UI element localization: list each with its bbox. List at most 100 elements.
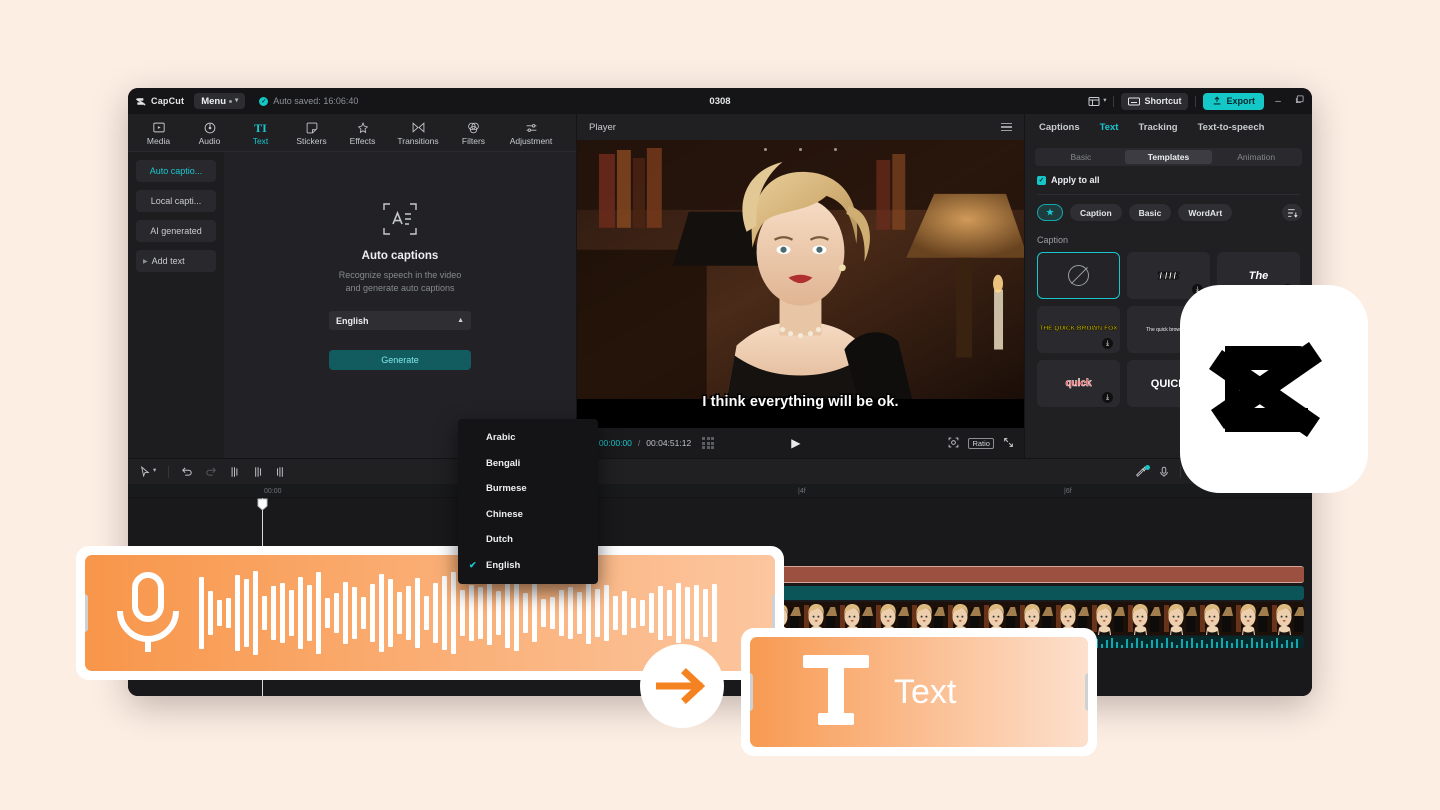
playhead-handle[interactable] [257,498,268,511]
clip-handle-right[interactable] [772,594,775,632]
star-icon: ★ [1046,207,1054,217]
menu-button[interactable]: Menu ▾ [194,93,246,109]
tab-transitions-label: Transitions [397,136,439,146]
language-option-burmese[interactable]: Burmese [458,476,598,502]
download-icon[interactable]: ⤓ [1102,392,1113,403]
divider [168,465,170,478]
left-panel: Media Audio TI Text Stickers Effects Tra… [128,114,576,458]
sidebar-item-auto-captions[interactable]: Auto captio... [136,160,216,182]
transition-arrow [640,644,724,728]
tab-adjustment-label: Adjustment [509,136,553,146]
language-option-bengali[interactable]: Bengali [458,451,598,477]
tab-adjustment[interactable]: Adjustment [500,119,562,146]
template-item[interactable]: THE QUICK BROWN FOX ⤓ [1037,306,1120,353]
auto-captions-panel: Auto captions Recognize speech in the vi… [224,152,576,458]
language-option-label: English [486,559,521,571]
tab-transitions[interactable]: Transitions [389,119,447,146]
ruler-tick: |4f [798,488,806,495]
template-preview-label: THE QUICK BROWN FOX [1039,325,1118,333]
export-button[interactable]: Export [1203,92,1264,110]
segment-basic[interactable]: Basic [1037,150,1125,164]
layout-button[interactable]: ▾ [1088,96,1106,107]
tab-effects[interactable]: Effects [338,119,387,146]
trim-left-icon[interactable] [252,466,263,478]
segment-templates[interactable]: Templates [1124,150,1213,164]
restore-button[interactable] [1292,95,1306,107]
tab-audio[interactable]: Audio [185,119,234,146]
clip-handle-left[interactable] [85,594,88,632]
apply-to-all-row[interactable]: ✓ Apply to all [1025,166,1312,185]
menu-dot-indicator [229,99,233,103]
template-preview-label: The [1248,269,1269,282]
tab-captions[interactable]: Captions [1039,122,1080,133]
sidebar-item-local-captions[interactable]: Local capti... [136,190,216,212]
tab-tracking[interactable]: Tracking [1138,122,1177,133]
templates-section-label: Caption [1037,235,1069,245]
chip-caption[interactable]: Caption [1070,204,1122,221]
badge-dot [1145,464,1150,470]
audio-icon [204,121,216,134]
autosave-status: ✓ Auto saved: 16:06:40 [259,96,358,106]
template-item[interactable]: quick ⤓ [1037,360,1120,407]
language-option-label: Arabic [486,432,516,444]
tab-media[interactable]: Media [134,119,183,146]
tab-text[interactable]: Text [1100,122,1119,133]
language-select-value: English [336,315,369,326]
sidebar-item-label: AI generated [150,226,202,236]
tab-text-to-speech[interactable]: Text-to-speech [1198,122,1265,133]
sidebar-item-ai-generated[interactable]: AI generated [136,220,216,242]
style-segmented-control: Basic Templates Animation [1035,148,1302,166]
auto-captions-description: Recognize speech in the video and genera… [339,269,462,295]
tab-text[interactable]: TI Text [236,119,285,147]
clip-handle-left[interactable] [750,673,753,711]
microphone-icon[interactable] [1159,466,1169,478]
play-icon[interactable]: ▶ [791,436,800,450]
template-item-none[interactable] [1037,252,1120,299]
language-option-arabic[interactable]: Arabic [458,425,598,451]
chip-basic[interactable]: Basic [1128,204,1172,221]
effects-icon [357,121,369,134]
language-dropdown-menu[interactable]: Arabic Bengali Burmese Chinese Dutch ✔ E… [458,419,598,584]
chip-favorites[interactable]: ★ [1037,204,1063,221]
generate-captions-button[interactable]: Generate [329,350,471,371]
trim-right-icon[interactable] [275,466,286,478]
text-icon: TI [254,120,267,135]
player-controls: 00:00:00:00 / 00:04:51:12 ▶ Ratio [577,428,1024,458]
redo-icon[interactable] [205,466,217,477]
checkbox-checked-icon: ✓ [1037,175,1046,185]
template-preview-label: quick [1065,378,1092,390]
app-brand-label: CapCut [151,96,185,106]
text-clip-card[interactable]: Text [741,628,1097,756]
player-menu-icon[interactable] [1001,122,1012,132]
magic-wand-icon[interactable] [1136,464,1150,478]
filter-icon[interactable] [1282,204,1302,221]
minimize-button[interactable]: – [1271,96,1285,107]
split-icon[interactable] [229,466,240,478]
language-option-label: Burmese [486,483,527,495]
sidebar-item-add-text[interactable]: ▶ Add text [136,250,216,272]
tab-filters[interactable]: Filters [449,119,498,146]
timeline-ruler[interactable]: 00:00 |2f |4f |6f [128,484,1312,498]
media-icon [152,121,165,134]
menu-button-label: Menu [201,95,227,107]
video-stage[interactable]: I think everything will be ok. [577,140,1024,428]
clip-handle-right[interactable] [1085,673,1088,711]
select-arrow-icon[interactable]: ▾ [140,466,156,477]
chip-wordart[interactable]: WordArt [1178,204,1233,221]
language-option-chinese[interactable]: Chinese [458,502,598,528]
frames-grid-icon[interactable] [702,437,715,449]
shortcut-button[interactable]: Shortcut [1121,92,1189,110]
segment-animation[interactable]: Animation [1212,150,1300,164]
undo-icon[interactable] [181,466,193,477]
fit-to-screen-icon[interactable] [948,437,959,450]
capcut-logo [1180,285,1368,493]
language-option-dutch[interactable]: Dutch [458,527,598,553]
player-guide-dots [577,148,1024,151]
fullscreen-icon[interactable] [1003,437,1014,450]
language-select[interactable]: English ▲ [329,311,471,331]
check-icon: ✔ [469,559,477,570]
download-icon[interactable]: ⤓ [1102,338,1113,349]
ratio-button[interactable]: Ratio [968,437,994,449]
tab-stickers[interactable]: Stickers [287,119,336,146]
language-option-english[interactable]: ✔ English [458,553,598,579]
